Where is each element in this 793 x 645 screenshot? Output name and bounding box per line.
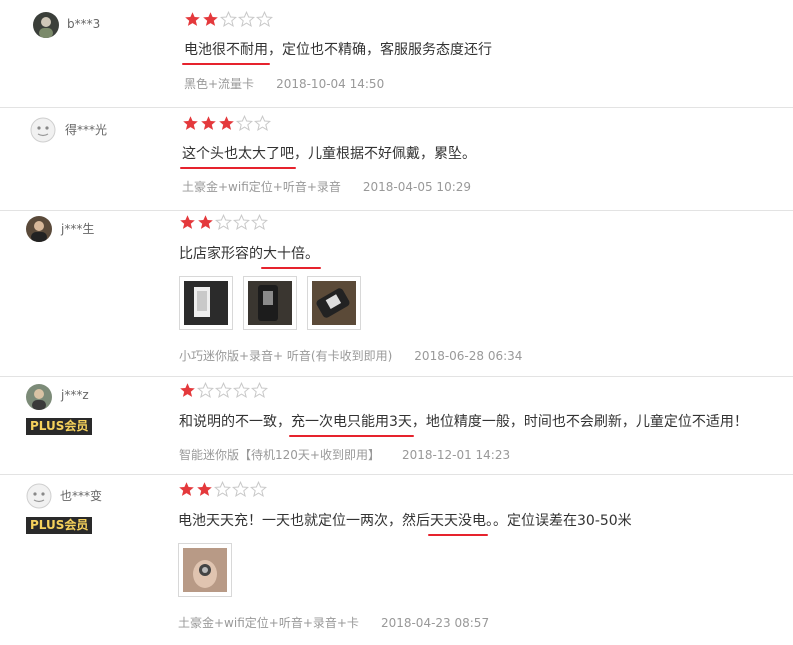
star-empty-icon: [214, 481, 231, 498]
user-avatar[interactable]: [33, 12, 59, 38]
star-empty-icon: [197, 382, 214, 399]
star-filled-icon: [196, 481, 213, 498]
username: 得***光: [65, 123, 108, 137]
star-filled-icon: [178, 481, 195, 498]
highlighted-text: 这个头也太大了吧: [180, 146, 296, 169]
product-variant: 小巧迷你版+录音+ 听音(有卡收到即用): [179, 349, 393, 363]
review-date: 2018-06-28 06:34: [414, 349, 523, 363]
review-content: 电池很不耐用，定位也不精确，客服服务态度还行: [182, 40, 492, 65]
user-avatar[interactable]: [26, 483, 52, 509]
star-filled-icon: [218, 115, 235, 132]
review-date: 2018-04-05 10:29: [362, 180, 472, 194]
review-meta: 土豪金+wifi定位+听音+录音+卡 2018-04-23 08:57: [178, 614, 489, 631]
star-empty-icon: [251, 214, 268, 231]
star-empty-icon: [238, 11, 255, 28]
star-rating: [182, 115, 272, 133]
highlighted-text: 天天没电: [428, 513, 488, 536]
star-empty-icon: [251, 382, 268, 399]
plus-member-badge: PLUS会员: [26, 418, 93, 435]
review-text: 比店家形容的: [179, 246, 263, 262]
divider: [0, 474, 793, 475]
review-photo[interactable]: [179, 276, 233, 330]
product-variant: 黑色+流量卡: [184, 77, 255, 91]
star-empty-icon: [250, 481, 267, 498]
star-rating: [178, 481, 268, 499]
highlighted-text: 电池很不耐用: [182, 42, 270, 65]
review-meta: 智能迷你版【待机120天+收到即用】 2018-12-01 14:23: [179, 446, 510, 463]
star-empty-icon: [236, 115, 253, 132]
star-filled-icon: [184, 11, 201, 28]
review-text: ，地位精度一般，时间也不会刷新，儿童定位不适用！: [411, 414, 748, 430]
star-filled-icon: [179, 214, 196, 231]
user-avatar[interactable]: [30, 117, 56, 143]
review-date: 2018-10-04 14:50: [276, 77, 385, 91]
star-rating: [179, 214, 269, 232]
star-filled-icon: [200, 115, 217, 132]
username: j***生: [61, 222, 95, 236]
star-rating: [184, 11, 274, 29]
username: j***z: [61, 388, 89, 402]
review-date: 2018-04-23 08:57: [380, 616, 490, 630]
highlighted-text: 大十倍。: [261, 246, 321, 269]
star-rating: [179, 382, 269, 400]
username: b***3: [67, 17, 101, 31]
highlighted-text: 充一次电只能用3天: [289, 414, 414, 437]
review-content: 电池天天充！一天也就定位一两次，然后天天没电。。定位误差在30-50米: [178, 511, 632, 536]
review-photo[interactable]: [243, 276, 297, 330]
star-empty-icon: [232, 481, 249, 498]
star-empty-icon: [233, 214, 250, 231]
review-text: ，儿童根据不好佩戴，累坠。: [294, 146, 476, 162]
product-variant: 土豪金+wifi定位+听音+录音: [182, 180, 341, 194]
review-text: 电池天天充！一天也就定位一两次，然后: [178, 513, 430, 529]
review-meta: 黑色+流量卡 2018-10-04 14:50: [184, 75, 384, 92]
plus-member-badge: PLUS会员: [26, 517, 93, 534]
product-variant: 土豪金+wifi定位+听音+录音+卡: [178, 616, 359, 630]
star-empty-icon: [233, 382, 250, 399]
review-photo[interactable]: [178, 543, 232, 597]
review-date: 2018-12-01 14:23: [401, 448, 511, 462]
user-avatar[interactable]: [26, 216, 52, 242]
product-variant: 智能迷你版【待机120天+收到即用】: [179, 448, 380, 462]
divider: [0, 210, 793, 211]
star-empty-icon: [256, 11, 273, 28]
star-filled-icon: [182, 115, 199, 132]
review-text: 和说明的不一致，: [179, 414, 291, 430]
star-filled-icon: [197, 214, 214, 231]
review-content: 和说明的不一致，充一次电只能用3天，地位精度一般，时间也不会刷新，儿童定位不适用…: [179, 412, 748, 437]
review-content: 这个头也太大了吧，儿童根据不好佩戴，累坠。: [180, 144, 476, 169]
star-empty-icon: [215, 382, 232, 399]
star-empty-icon: [215, 214, 232, 231]
review-text: ，定位也不精确，客服服务态度还行: [268, 42, 492, 58]
star-filled-icon: [202, 11, 219, 28]
divider: [0, 376, 793, 377]
review-meta: 土豪金+wifi定位+听音+录音 2018-04-05 10:29: [182, 178, 471, 195]
star-empty-icon: [220, 11, 237, 28]
username: 也***变: [60, 489, 103, 503]
user-avatar[interactable]: [26, 384, 52, 410]
star-filled-icon: [179, 382, 196, 399]
review-text: 。。定位误差在30-50米: [486, 513, 632, 529]
review-meta: 小巧迷你版+录音+ 听音(有卡收到即用) 2018-06-28 06:34: [179, 347, 522, 364]
review-photo[interactable]: [307, 276, 361, 330]
review-content: 比店家形容的大十倍。: [179, 244, 321, 269]
divider: [0, 107, 793, 108]
star-empty-icon: [254, 115, 271, 132]
